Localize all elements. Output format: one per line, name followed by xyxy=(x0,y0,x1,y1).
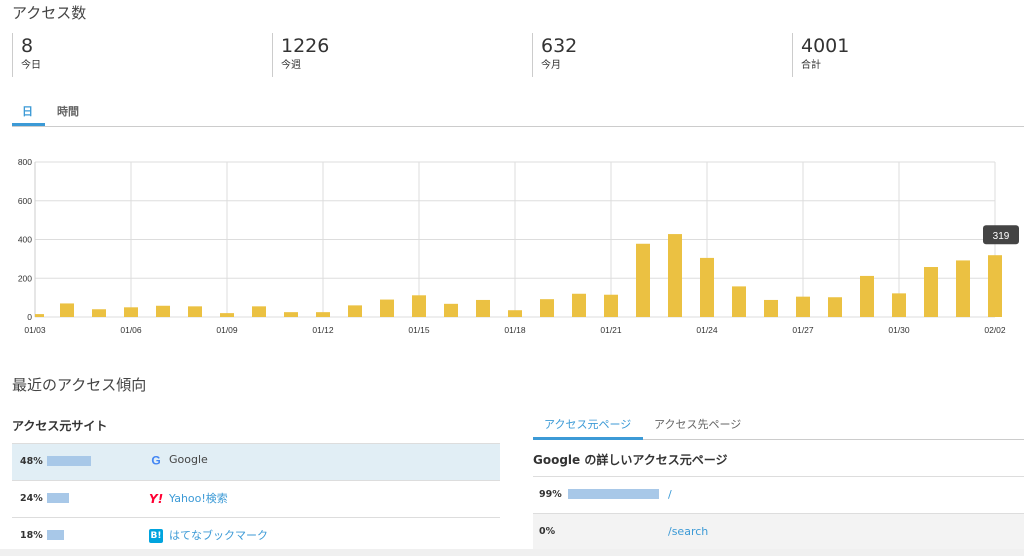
bar-01/27 xyxy=(796,296,810,317)
source-site-google[interactable]: G Google xyxy=(149,453,208,468)
bar-01/17 xyxy=(476,299,490,317)
bar-01/13 xyxy=(348,305,362,317)
bar-01/16 xyxy=(444,303,458,317)
bar-01/09 xyxy=(220,313,234,317)
source-row-google[interactable]: 48% G Google xyxy=(12,444,500,481)
tab-access-source-page[interactable]: アクセス元ページ xyxy=(544,416,631,432)
y-tick-label: 600 xyxy=(18,196,32,206)
bar-01/08 xyxy=(188,306,202,317)
stat-total-value: 4001 xyxy=(801,35,850,57)
x-tick-label: 01/24 xyxy=(696,325,718,335)
tab-hour[interactable]: 時間 xyxy=(57,103,79,119)
bar-01/11 xyxy=(284,312,298,317)
bar-01/25 xyxy=(732,286,746,317)
bar-01/30 xyxy=(892,293,906,317)
bar-01/14 xyxy=(380,299,394,317)
stat-week-label: 今週 xyxy=(281,60,301,71)
tab-day[interactable]: 日 xyxy=(22,103,33,119)
yahoo-icon: Y! xyxy=(149,492,164,506)
svg-text:G: G xyxy=(151,454,160,468)
source-site-label[interactable]: はてなブックマーク xyxy=(169,529,268,542)
bar-01/07 xyxy=(156,305,170,317)
source-site-yahoo[interactable]: Y! Yahoo!検索 xyxy=(149,490,228,506)
stat-month-value: 632 xyxy=(541,35,578,57)
x-tick-label: 01/21 xyxy=(600,325,622,335)
access-source-sites-heading: アクセス元サイト xyxy=(12,419,108,433)
source-share-bar xyxy=(47,530,64,540)
x-tick-label: 01/18 xyxy=(504,325,526,335)
bar-01/19 xyxy=(540,299,554,317)
bar-01/24 xyxy=(700,257,714,317)
bar-01/03 xyxy=(35,314,44,317)
source-percent: 48% xyxy=(20,456,43,467)
source-site-hatena[interactable]: B! はてなブックマーク xyxy=(149,527,268,543)
hatena-bookmark-icon: B! xyxy=(149,529,163,543)
bar-01/04 xyxy=(60,303,74,317)
y-tick-label: 200 xyxy=(18,273,32,283)
page-share-bar xyxy=(568,489,659,499)
page-percent: 0% xyxy=(539,526,556,537)
google-icon: G xyxy=(149,453,163,468)
tooltip-value: 319 xyxy=(993,231,1010,242)
source-page-row[interactable]: 99% / xyxy=(533,477,1024,514)
bar-01/21 xyxy=(604,294,618,317)
x-tick-label: 01/15 xyxy=(408,325,430,335)
stat-total-label: 合計 xyxy=(801,60,821,71)
source-share-bar xyxy=(47,493,69,503)
source-share-bar xyxy=(47,456,91,466)
bar-01/31 xyxy=(924,267,938,317)
stat-today-value: 8 xyxy=(21,35,34,57)
x-tick-label: 01/09 xyxy=(216,325,238,335)
y-tick-label: 400 xyxy=(18,235,32,245)
x-tick-label: 01/03 xyxy=(24,325,46,335)
tab-access-source-page-underline xyxy=(533,437,643,440)
recent-trend-title: 最近のアクセス傾向 xyxy=(12,376,147,394)
bar-02/02 xyxy=(988,255,1002,317)
stat-total: 4001 合計 xyxy=(792,33,849,77)
bar-01/10 xyxy=(252,306,266,317)
bar-01/06 xyxy=(124,307,138,317)
bar-01/18 xyxy=(508,310,522,317)
stat-week-value: 1226 xyxy=(281,35,330,57)
bar-01/26 xyxy=(764,299,778,317)
y-tick-label: 800 xyxy=(18,157,32,167)
access-count-title: アクセス数 xyxy=(12,4,87,22)
bar-01/23 xyxy=(668,234,682,317)
source-percent: 24% xyxy=(20,493,43,504)
source-row-yahoo[interactable]: 24% Y! Yahoo!検索 xyxy=(12,481,500,518)
source-site-label[interactable]: Yahoo!検索 xyxy=(169,492,228,505)
source-site-label: Google xyxy=(169,453,208,466)
bar-01/12 xyxy=(316,312,330,317)
bar-01/28 xyxy=(828,297,842,317)
x-tick-label: 01/06 xyxy=(120,325,142,335)
stat-today: 8 今日 xyxy=(12,33,41,77)
source-percent: 18% xyxy=(20,530,43,541)
bar-01/22 xyxy=(636,243,650,317)
bar-01/05 xyxy=(92,309,106,317)
bar-01/15 xyxy=(412,295,426,317)
x-tick-label: 01/27 xyxy=(792,325,814,335)
page-path-link[interactable]: / xyxy=(668,488,672,501)
page-path-link[interactable]: /search xyxy=(668,525,708,538)
page-percent: 99% xyxy=(539,489,562,500)
source-page-row[interactable]: 0% /search xyxy=(533,514,1024,551)
stat-today-label: 今日 xyxy=(21,60,41,71)
stat-week: 1226 今週 xyxy=(272,33,329,77)
google-source-pages-heading: Google の詳しいアクセス元ページ xyxy=(533,453,728,467)
stat-month: 632 今月 xyxy=(532,33,577,77)
x-tick-label: 01/12 xyxy=(312,325,334,335)
y-tick-label: 0 xyxy=(27,312,32,322)
bar-01/20 xyxy=(572,293,586,317)
bar-02/01 xyxy=(956,260,970,317)
stat-month-label: 今月 xyxy=(541,60,561,71)
bar-01/29 xyxy=(860,275,874,317)
bottom-edge xyxy=(0,549,1024,556)
tab-access-destination-page[interactable]: アクセス先ページ xyxy=(654,416,741,432)
daily-access-chart: 0 200 400 600 800 01/03 01/06 01/09 01/12 01/15 01… xyxy=(18,157,1019,335)
tabs-divider xyxy=(12,126,1024,127)
x-tick-label: 02/02 xyxy=(984,325,1006,335)
x-tick-label: 01/30 xyxy=(888,325,910,335)
